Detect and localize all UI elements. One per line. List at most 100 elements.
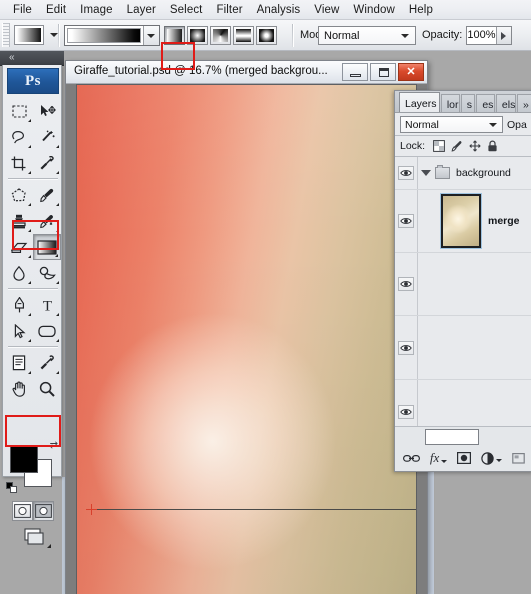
current-tool-preview[interactable] xyxy=(14,25,44,45)
add-layer-mask-icon[interactable] xyxy=(457,452,472,464)
standard-mode-button[interactable] xyxy=(12,501,33,521)
quick-mask-button[interactable] xyxy=(33,501,54,521)
magic-wand-tool[interactable] xyxy=(33,124,61,150)
layer-body[interactable]: background xyxy=(418,165,531,179)
tab-overflow[interactable]: » xyxy=(517,94,531,112)
layer-blend-mode-select[interactable]: Normal xyxy=(400,116,503,133)
tab-paths[interactable]: s xyxy=(460,94,476,112)
zoom-tool[interactable] xyxy=(33,376,61,402)
lock-position-icon[interactable] xyxy=(469,139,481,157)
dodge-tool[interactable] xyxy=(33,260,61,286)
table-row[interactable]: background xyxy=(395,157,531,190)
patch-tool[interactable] xyxy=(5,182,33,208)
brush-tool[interactable] xyxy=(33,182,61,208)
canvas-image[interactable] xyxy=(77,85,416,594)
diamond-gradient-button[interactable] xyxy=(256,26,277,45)
tool-flyout-corner-icon xyxy=(28,255,31,258)
history-brush-tool[interactable] xyxy=(33,208,61,234)
eye-icon[interactable] xyxy=(398,214,414,228)
link-layers-icon[interactable] xyxy=(402,454,420,463)
tab-channels[interactable]: els xyxy=(495,94,517,112)
blend-mode-select[interactable]: Normal xyxy=(318,26,416,45)
menu-item-window[interactable]: Window xyxy=(346,2,402,18)
layer-body[interactable]: merge xyxy=(418,193,531,249)
eye-icon[interactable] xyxy=(398,277,414,291)
opacity-input[interactable]: 100% xyxy=(466,26,512,45)
rectangular-marquee-tool[interactable] xyxy=(5,98,33,124)
layer-visibility-cell[interactable] xyxy=(395,190,418,252)
new-adjustment-layer-icon[interactable] xyxy=(481,451,503,465)
eye-icon[interactable] xyxy=(398,340,414,355)
gradient-preset-picker[interactable] xyxy=(64,25,160,46)
toolbox-collapse-bar[interactable]: « xyxy=(0,51,64,66)
layer-rename-field[interactable] xyxy=(425,429,479,445)
window-controls: ✕ xyxy=(342,63,424,81)
close-button[interactable]: ✕ xyxy=(398,63,424,81)
document-title-bar[interactable]: Giraffe_tutorial.psd @ 16.7% (merged bac… xyxy=(66,61,427,84)
canvas-area[interactable] xyxy=(66,84,427,594)
lasso-tool[interactable] xyxy=(5,124,33,150)
eye-icon[interactable] xyxy=(398,404,414,419)
chevron-down-icon[interactable] xyxy=(421,170,431,176)
opacity-stepper[interactable] xyxy=(496,27,511,44)
gradient-tool[interactable] xyxy=(33,234,61,260)
new-group-icon[interactable] xyxy=(512,452,525,464)
lock-transparent-pixels-icon[interactable] xyxy=(433,139,445,157)
layer-visibility-cell[interactable] xyxy=(395,316,418,379)
menu-item-file[interactable]: File xyxy=(6,2,39,18)
tool-preset-chevron-down-icon[interactable] xyxy=(50,33,58,37)
layers-list[interactable]: background merge xyxy=(395,157,531,426)
tab-color[interactable]: lor xyxy=(440,94,460,112)
options-bar-grip[interactable] xyxy=(2,23,10,47)
swap-colors-icon[interactable]: ⇄ xyxy=(50,441,58,451)
tab-styles[interactable]: es xyxy=(476,94,495,112)
svg-text:T: T xyxy=(42,299,51,314)
menu-item-help[interactable]: Help xyxy=(402,2,440,18)
menu-item-layer[interactable]: Layer xyxy=(120,2,163,18)
type-tool[interactable]: T xyxy=(33,292,61,318)
restore-button[interactable] xyxy=(370,63,396,81)
lock-image-pixels-icon[interactable] xyxy=(451,139,463,157)
foreground-color-swatch[interactable] xyxy=(10,445,38,473)
menu-item-select[interactable]: Select xyxy=(163,2,210,18)
blend-mode-value: Normal xyxy=(324,30,360,42)
menu-item-analysis[interactable]: Analysis xyxy=(250,2,308,18)
eye-icon[interactable] xyxy=(398,166,414,180)
crop-tool[interactable] xyxy=(5,150,33,176)
radial-gradient-button[interactable] xyxy=(187,26,208,45)
rectangle-tool[interactable] xyxy=(33,318,61,344)
angle-gradient-button[interactable] xyxy=(210,26,231,45)
path-selection-tool[interactable] xyxy=(5,318,33,344)
menu-item-edit[interactable]: Edit xyxy=(39,2,73,18)
color-sampler-tool[interactable] xyxy=(33,350,61,376)
minimize-button[interactable] xyxy=(342,63,368,81)
hand-tool[interactable] xyxy=(5,376,33,402)
default-colors-icon[interactable] xyxy=(6,482,17,493)
reflected-gradient-button[interactable] xyxy=(233,26,254,45)
layer-visibility-cell[interactable] xyxy=(395,253,418,315)
pen-tool[interactable] xyxy=(5,292,33,318)
blur-tool[interactable] xyxy=(5,260,33,286)
table-row[interactable] xyxy=(395,316,531,380)
clone-stamp-tool[interactable] xyxy=(5,208,33,234)
tab-layers[interactable]: Layers ✕ xyxy=(399,92,440,112)
layer-thumbnail[interactable] xyxy=(440,193,482,249)
linear-gradient-button[interactable] xyxy=(164,26,185,45)
layer-visibility-cell[interactable] xyxy=(395,380,418,426)
layer-style-fx-icon[interactable]: fx xyxy=(430,450,448,466)
move-tool[interactable] xyxy=(33,98,61,124)
eyedropper-tool[interactable] xyxy=(33,150,61,176)
table-row[interactable]: merge xyxy=(395,190,531,253)
tool-flyout-corner-icon xyxy=(28,119,31,122)
menu-item-filter[interactable]: Filter xyxy=(209,2,249,18)
menu-item-image[interactable]: Image xyxy=(73,2,119,18)
eraser-tool[interactable] xyxy=(5,234,33,260)
table-row[interactable] xyxy=(395,380,531,426)
notes-tool[interactable] xyxy=(5,350,33,376)
menu-item-view[interactable]: View xyxy=(307,2,346,18)
table-row[interactable] xyxy=(395,253,531,316)
lock-all-icon[interactable] xyxy=(487,139,498,157)
screen-mode-button[interactable] xyxy=(17,527,51,548)
gradient-preset-dropdown-button[interactable] xyxy=(143,26,159,45)
layer-visibility-cell[interactable] xyxy=(395,157,418,189)
